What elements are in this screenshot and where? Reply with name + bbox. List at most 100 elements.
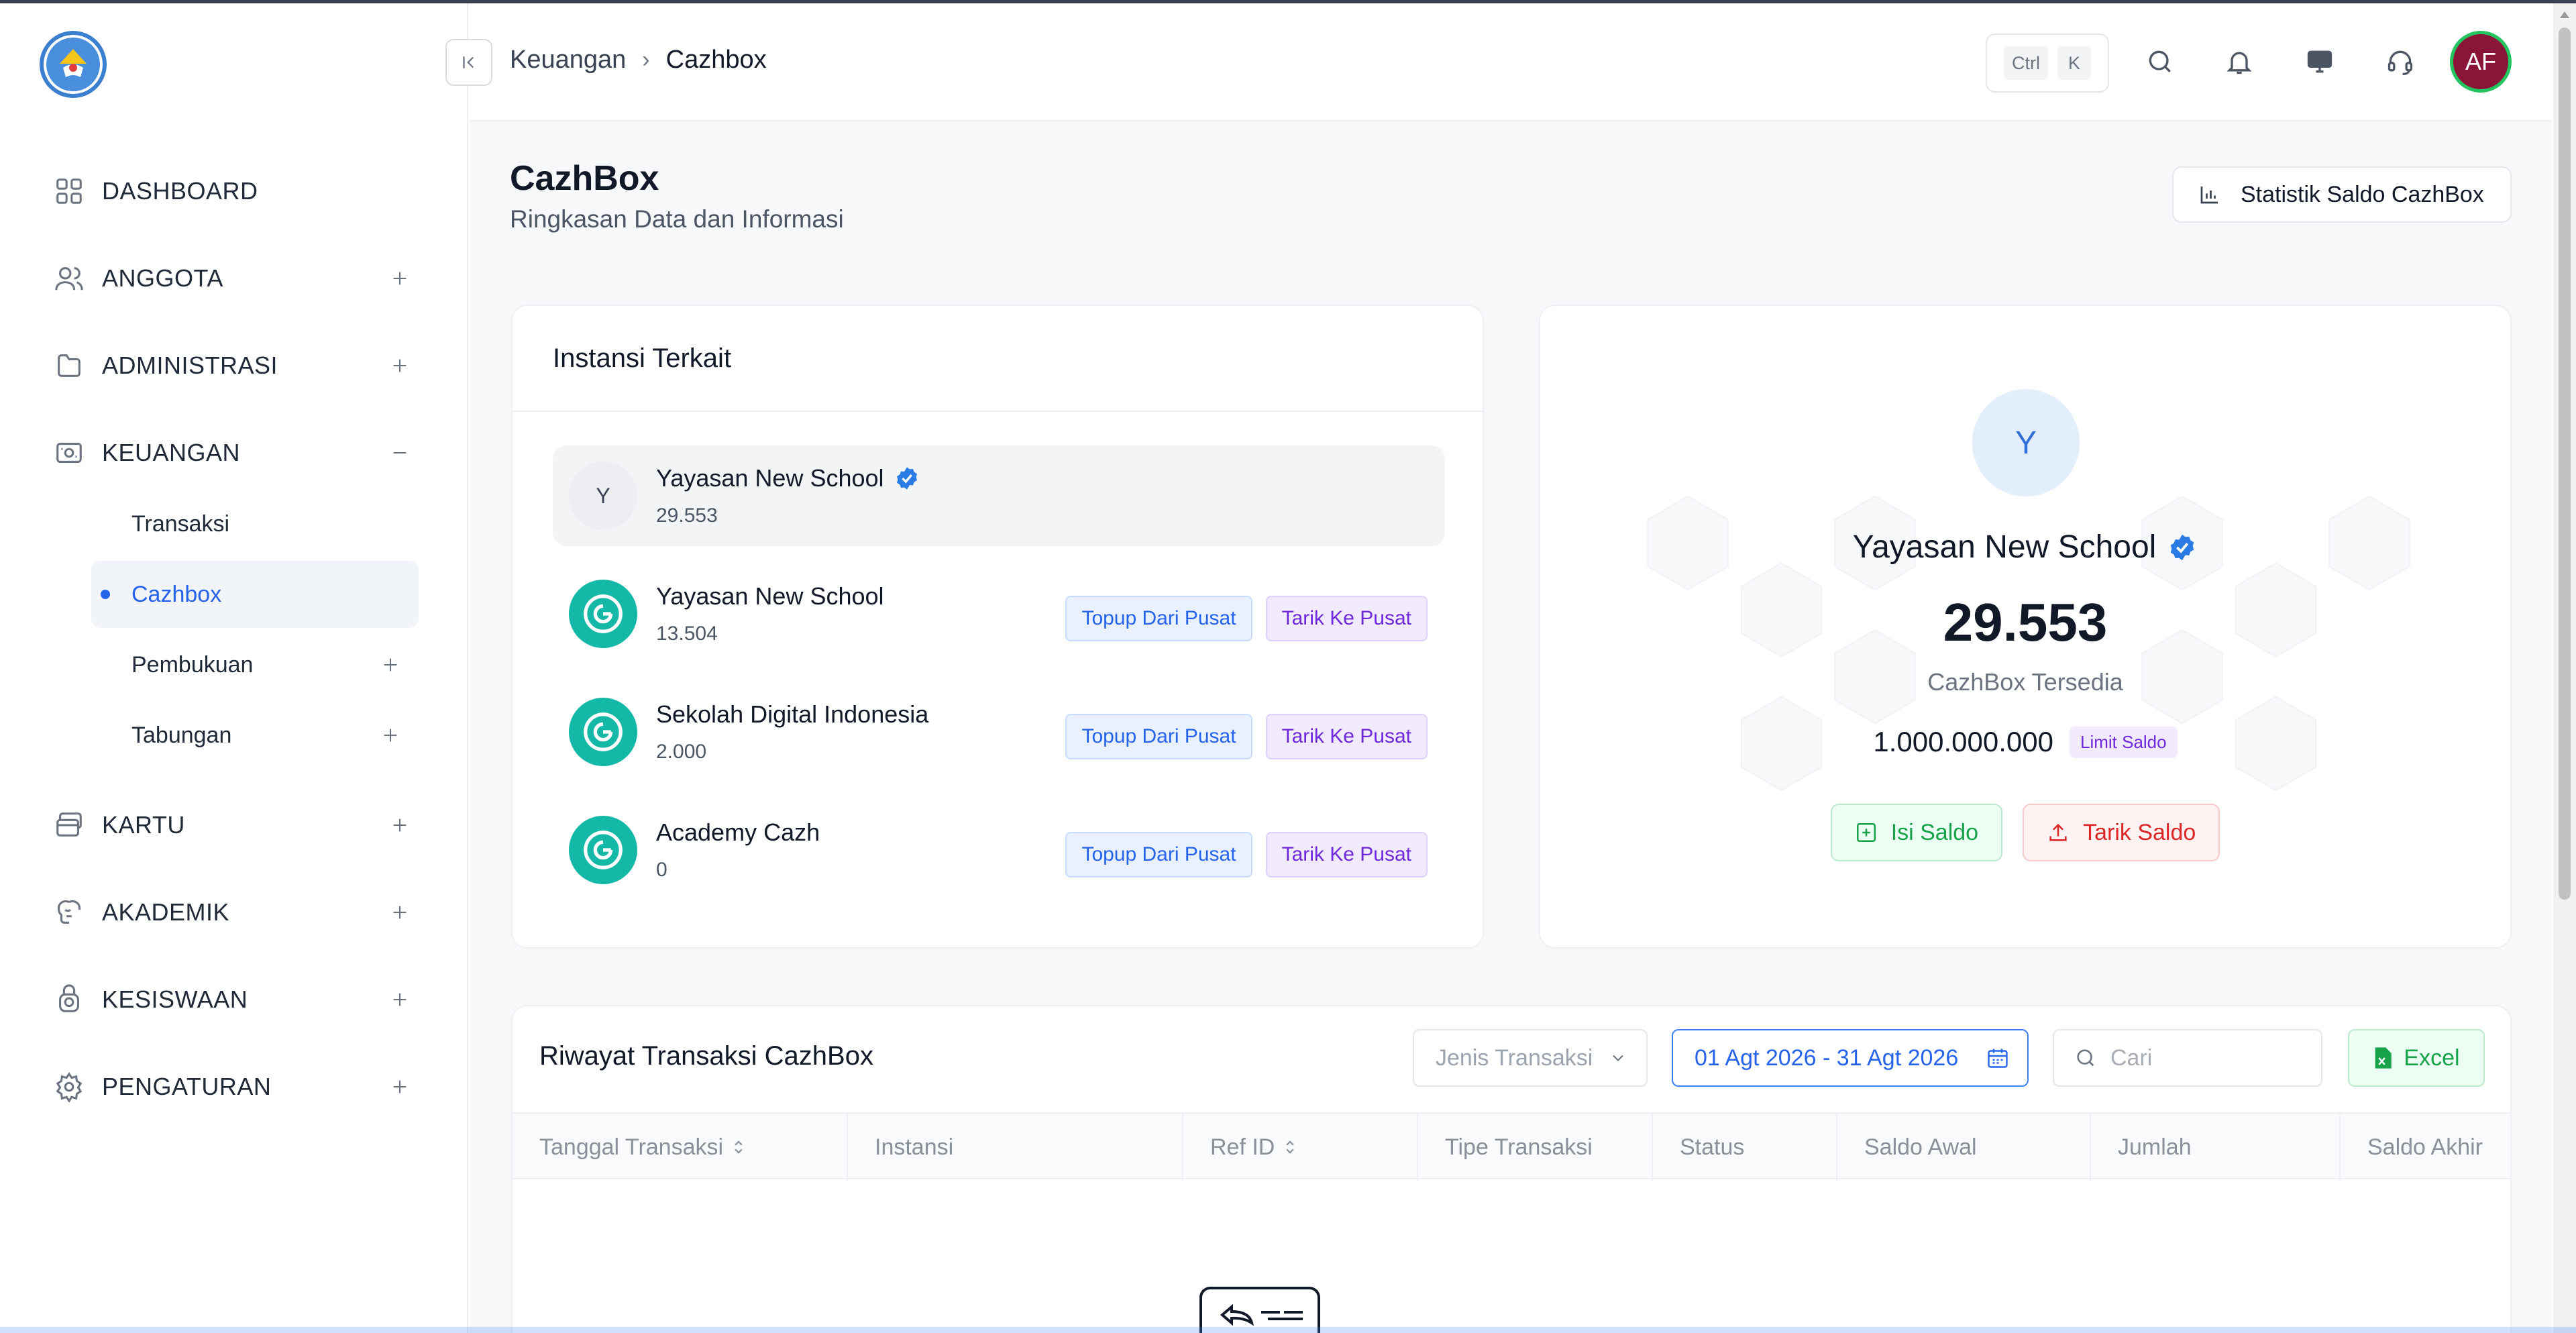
plus-icon[interactable] <box>377 651 404 678</box>
instansi-avatar: Y <box>569 462 637 530</box>
search-input[interactable] <box>2110 1045 2305 1071</box>
kbd-k: K <box>2057 46 2091 80</box>
plus-icon[interactable] <box>386 812 413 839</box>
sidebar-item-label: KARTU <box>102 811 185 839</box>
instansi-item[interactable]: Sekolah Digital Indonesia 2.000 Topup Da… <box>553 682 1445 782</box>
summary-name-text: Yayasan New School <box>1852 529 2157 565</box>
isi-saldo-label: Isi Saldo <box>1890 819 1979 845</box>
plus-icon[interactable] <box>386 1073 413 1100</box>
sidebar-item-label: AKADEMIK <box>102 898 230 926</box>
sidebar-item-akademik[interactable]: AKADEMIK <box>51 891 413 934</box>
plus-icon[interactable] <box>386 265 413 292</box>
date-range-value: 01 Agt 2026 - 31 Agt 2026 <box>1695 1045 1959 1071</box>
sidebar-subitem-label: Transaksi <box>131 511 230 537</box>
column-header-tanggal[interactable]: Tanggal Transaksi <box>513 1114 848 1181</box>
verified-badge-icon <box>896 467 917 490</box>
instansi-value: 13.504 <box>656 623 718 645</box>
kbd-ctrl: Ctrl <box>2004 46 2048 80</box>
instansi-name: Academy Cazh <box>656 818 820 846</box>
sort-icon <box>1286 1140 1295 1154</box>
sidebar-item-kesiswaan[interactable]: KESISWAAN <box>51 978 413 1021</box>
summary-instansi-name: Yayasan New School <box>1540 529 2510 566</box>
saldo-label: CazhBox Tersedia <box>1927 668 2123 696</box>
plus-icon[interactable] <box>386 986 413 1013</box>
saldo-summary-card: Y Yayasan New School 29.553 CazhBox Ters… <box>1539 305 2512 949</box>
instansi-name-text: Yayasan New School <box>656 464 884 492</box>
tarik-ke-pusat-button[interactable]: Tarik Ke Pusat <box>1265 714 1428 759</box>
isi-saldo-button[interactable]: Isi Saldo <box>1830 804 2003 861</box>
bell-icon[interactable] <box>2219 42 2259 82</box>
sidebar-item-kartu[interactable]: KARTU <box>51 804 413 847</box>
sidebar-item-label: PENGATURAN <box>102 1073 272 1100</box>
plus-icon[interactable] <box>386 352 413 379</box>
tarik-ke-pusat-button[interactable]: Tarik Ke Pusat <box>1265 596 1428 641</box>
users-icon <box>51 260 87 297</box>
topup-dari-pusat-button[interactable]: Topup Dari Pusat <box>1065 714 1252 759</box>
cards-icon <box>51 807 87 843</box>
sidebar-item-pengaturan[interactable]: PENGATURAN <box>51 1065 413 1108</box>
sidebar-item-label: ADMINISTRASI <box>102 352 278 379</box>
limit-saldo-badge: Limit Saldo <box>2069 726 2178 758</box>
date-range-picker[interactable]: 01 Agt 2026 - 31 Agt 2026 <box>1672 1029 2029 1087</box>
topup-dari-pusat-button[interactable]: Topup Dari Pusat <box>1065 832 1252 877</box>
instansi-item[interactable]: Y Yayasan New School 29.553 <box>553 445 1445 546</box>
riwayat-title: Riwayat Transaksi CazhBox <box>539 1041 873 1071</box>
app-logo[interactable] <box>38 29 109 100</box>
sidebar-item-anggota[interactable]: ANGGOTA <box>51 257 413 300</box>
empty-state-icon <box>1199 1287 1320 1333</box>
column-header-saldo-akhir: Saldo Akhir <box>2341 1114 2513 1181</box>
column-header-jumlah: Jumlah <box>2091 1114 2341 1181</box>
instansi-large-avatar: Y <box>1972 389 2080 496</box>
instansi-item[interactable]: Yayasan New School 13.504 Topup Dari Pus… <box>553 564 1445 664</box>
export-excel-button[interactable]: Excel <box>2348 1029 2485 1087</box>
saldo-amount: 29.553 <box>1943 592 2108 652</box>
column-header-saldo-awal: Saldo Awal <box>1837 1114 2091 1181</box>
scrollbar-thumb[interactable] <box>2559 28 2571 900</box>
minus-icon[interactable] <box>386 439 413 466</box>
collapse-sidebar-button[interactable] <box>445 39 492 86</box>
sidebar-subitem-transaksi[interactable]: Transaksi <box>91 490 419 557</box>
statistik-saldo-label: Statistik Saldo CazhBox <box>2241 181 2484 207</box>
breadcrumb-keuangan[interactable]: Keuangan <box>510 46 626 74</box>
breadcrumb-cazhbox: Cazhbox <box>665 46 767 74</box>
statistik-saldo-button[interactable]: Statistik Saldo CazhBox <box>2172 166 2512 223</box>
user-avatar[interactable]: AF <box>2450 31 2512 93</box>
instansi-logo-icon <box>569 580 637 648</box>
sidebar-subitem-pembukuan[interactable]: Pembukuan <box>91 631 419 698</box>
sidebar-subitem-cazhbox[interactable]: Cazhbox <box>91 561 419 628</box>
tarik-ke-pusat-button[interactable]: Tarik Ke Pusat <box>1265 832 1428 877</box>
sidebar-item-administrasi[interactable]: ADMINISTRASI <box>51 344 413 387</box>
search-icon[interactable] <box>2140 42 2180 82</box>
sidebar: DASHBOARD ANGGOTA ADMINISTRASI KEUANGAN <box>0 3 468 1333</box>
tarik-saldo-button[interactable]: Tarik Saldo <box>2023 804 2220 861</box>
column-header-status: Status <box>1653 1114 1837 1181</box>
topup-dari-pusat-button[interactable]: Topup Dari Pusat <box>1065 596 1252 641</box>
window-bottom-edge <box>0 1327 2576 1333</box>
instansi-value: 2.000 <box>656 741 707 763</box>
plus-icon[interactable] <box>377 722 404 749</box>
sidebar-item-keuangan[interactable]: KEUANGAN <box>51 431 413 474</box>
instansi-value: 0 <box>656 859 667 881</box>
column-header-ref-id[interactable]: Ref ID <box>1183 1114 1418 1181</box>
sidebar-subitem-tabungan[interactable]: Tabungan <box>91 702 419 769</box>
monitor-icon[interactable] <box>2300 42 2340 82</box>
column-label: Status <box>1680 1134 1745 1160</box>
bar-chart-icon <box>2200 186 2218 204</box>
jenis-transaksi-select[interactable]: Jenis Transaksi <box>1413 1029 1648 1087</box>
search-field[interactable] <box>2053 1029 2322 1087</box>
brain-icon <box>51 894 87 930</box>
page-subtitle: Ringkasan Data dan Informasi <box>510 205 844 233</box>
command-palette-shortcut[interactable]: Ctrl K <box>1986 34 2109 93</box>
limit-saldo-row: 1.000.000.000 Limit Saldo <box>1540 726 2510 758</box>
instansi-name: Yayasan New School <box>656 582 884 610</box>
active-indicator <box>101 590 110 599</box>
page-scrollbar[interactable] <box>2553 3 2576 1333</box>
headset-icon[interactable] <box>2380 42 2420 82</box>
instansi-item[interactable]: Academy Cazh 0 Topup Dari Pusat Tarik Ke… <box>553 800 1445 900</box>
sidebar-item-label: ANGGOTA <box>102 264 223 292</box>
sidebar-item-dashboard[interactable]: DASHBOARD <box>51 170 413 213</box>
scroll-up-arrow-icon[interactable] <box>2560 11 2569 18</box>
divider <box>513 411 1483 412</box>
tarik-saldo-label: Tarik Saldo <box>2083 819 2196 845</box>
plus-icon[interactable] <box>386 899 413 926</box>
